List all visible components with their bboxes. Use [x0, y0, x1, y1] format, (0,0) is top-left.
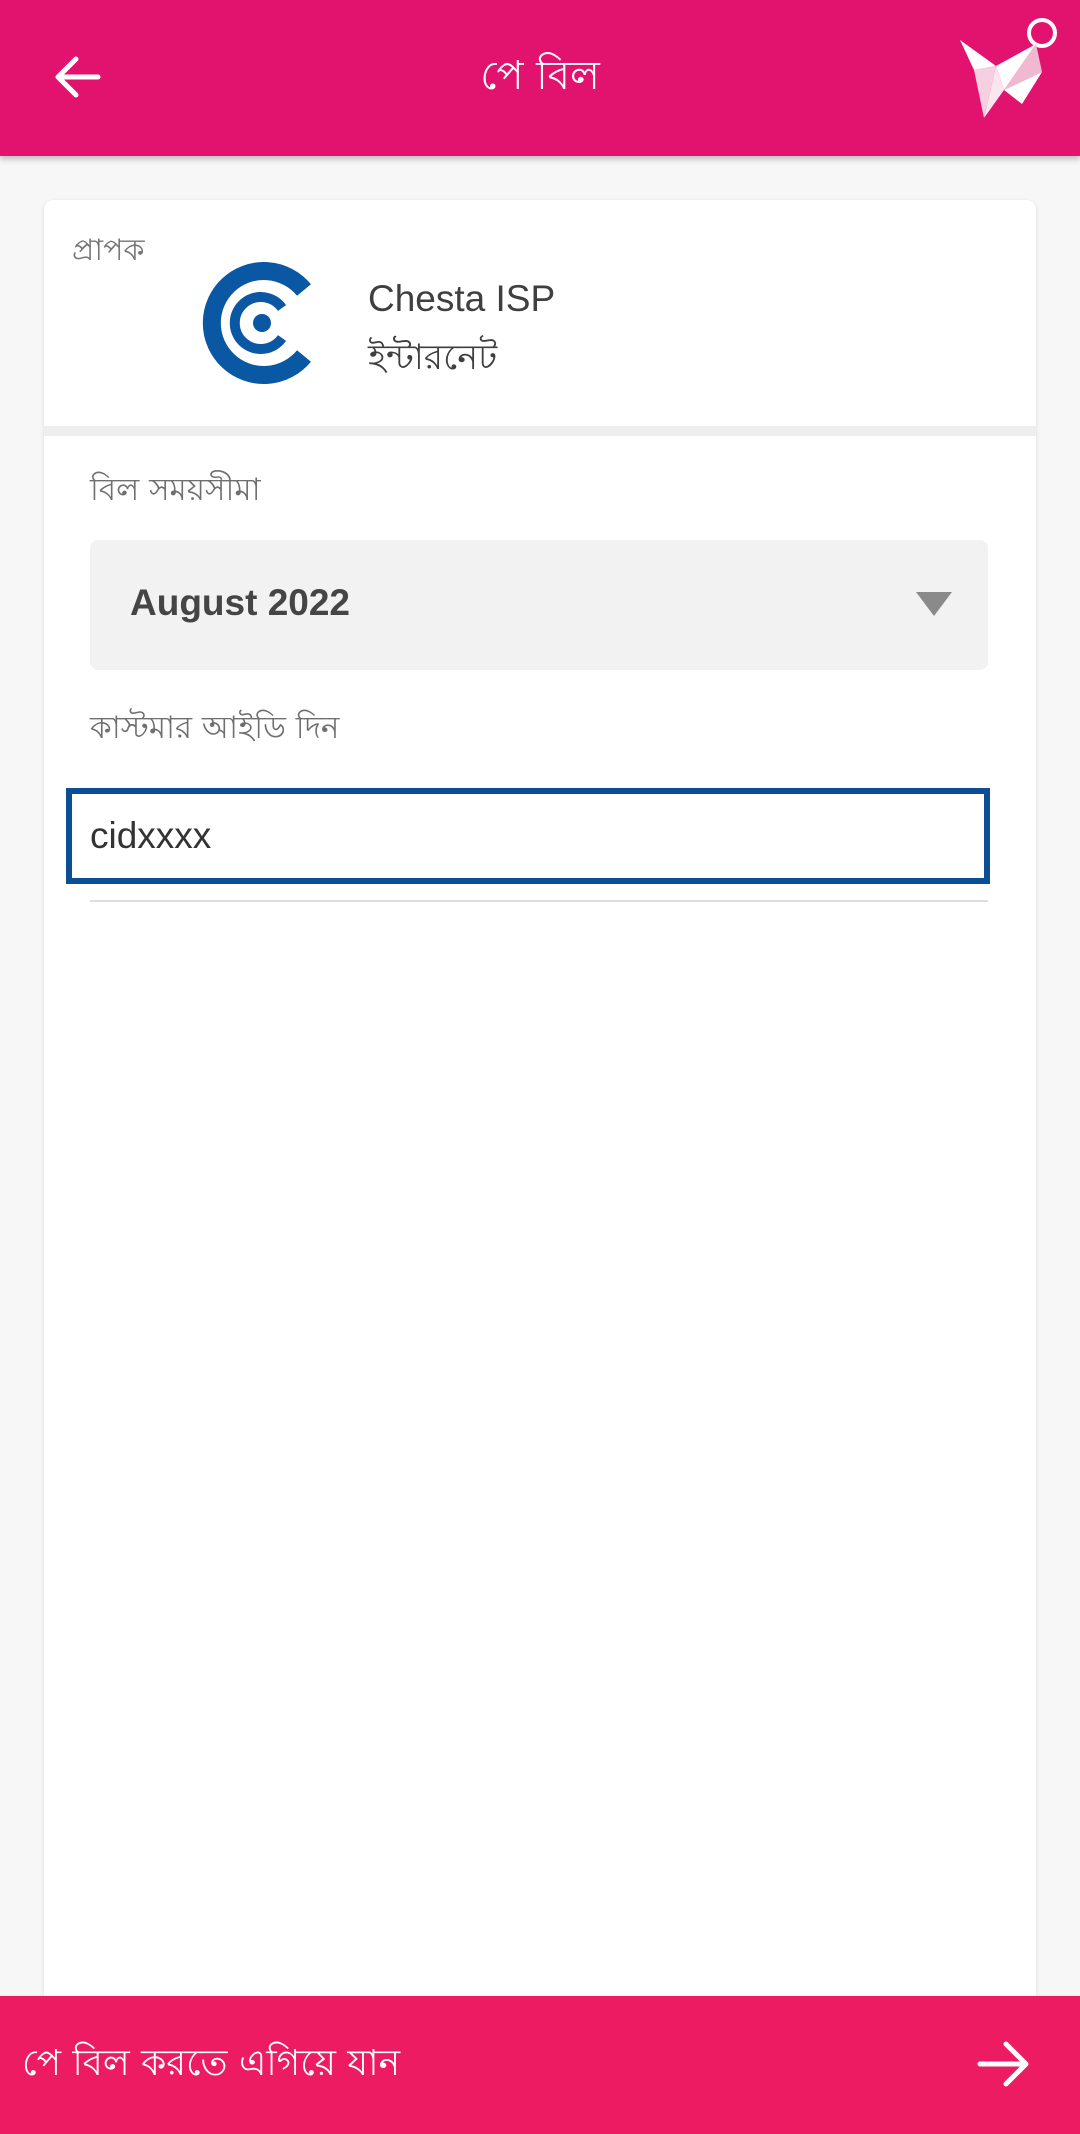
provider-category: ইন্টারনেট	[368, 338, 498, 378]
input-underline	[90, 900, 988, 902]
section-divider	[44, 426, 1036, 436]
app-bar: পে বিল	[0, 0, 1080, 156]
proceed-label: পে বিল করতে এগিয়ে যান	[22, 2043, 401, 2084]
recipient-section: প্রাপক Chesta ISP ইন্টারনেট	[44, 200, 1036, 426]
proceed-button[interactable]: পে বিল করতে এগিয়ে যান	[0, 1996, 1080, 2134]
chesta-isp-logo-icon	[202, 262, 311, 384]
bill-form-card: প্রাপক Chesta ISP ইন্টারনেট বিল সময়সীমা…	[44, 200, 1036, 2010]
page-title: পে বিল	[480, 53, 600, 99]
triangle-down-icon	[916, 592, 952, 616]
customer-id-input[interactable]	[66, 788, 990, 884]
origami-bird-logo-icon[interactable]	[952, 10, 1068, 124]
arrow-right-icon	[977, 2041, 1029, 2087]
bill-period-dropdown[interactable]: August 2022	[90, 540, 988, 670]
recipient-label: প্রাপক	[72, 233, 145, 268]
bill-period-value: August 2022	[130, 582, 351, 623]
customer-id-label: কাস্টমার আইডি দিন	[90, 710, 340, 746]
provider-name: Chesta ISP	[368, 278, 556, 319]
bill-period-label: বিল সময়সীমা	[90, 472, 261, 508]
